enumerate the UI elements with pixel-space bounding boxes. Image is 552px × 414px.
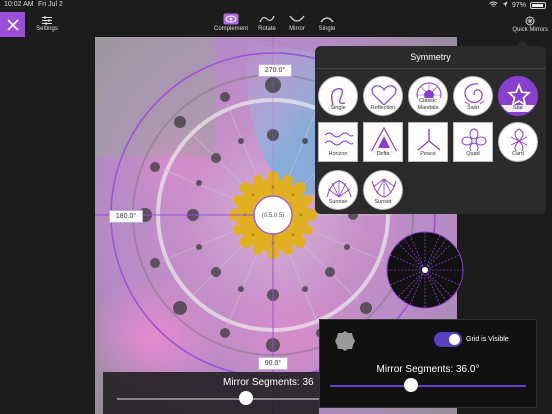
- option-label: Single: [319, 105, 357, 112]
- mirror-segments-label: Mirror Segments: 36.0°: [376, 364, 480, 375]
- status-bar: 10:02 AM Fri Jul 2 97%: [0, 0, 552, 12]
- bottom-mirror-bar: Mirror Segments: 36: [103, 372, 319, 414]
- symmetry-option-peace[interactable]: Peace: [408, 122, 448, 162]
- symmetry-option-single[interactable]: Single: [318, 76, 358, 116]
- status-date: Fri Jul 2: [38, 1, 63, 8]
- option-label: Star: [499, 105, 537, 112]
- option-label: Sunset: [364, 199, 402, 206]
- symmetry-option-sunrise[interactable]: Sunrise: [318, 170, 358, 210]
- symmetry-option-quad[interactable]: Quad: [453, 122, 493, 162]
- close-icon: [6, 18, 19, 31]
- symmetry-popover: Symmetry Single Reflection Classic Manda…: [315, 40, 546, 214]
- settings-button[interactable]: Settings: [33, 16, 61, 32]
- quick-mirrors-button[interactable]: Quick Mirrors: [512, 16, 548, 33]
- mandala-small-icon: [512, 16, 548, 27]
- option-label: Reflection: [364, 105, 402, 112]
- settings-label: Settings: [36, 26, 58, 32]
- quick-mirrors-label: Quick Mirrors: [512, 27, 548, 33]
- angle-label-left[interactable]: 180.0°: [109, 210, 143, 223]
- grid-visible-toggle[interactable]: [434, 332, 462, 347]
- rotate-label: Rotate: [258, 26, 276, 32]
- symmetry-option-delta[interactable]: Delta: [363, 122, 403, 162]
- option-label: Swirl: [454, 105, 492, 112]
- popover-arrow: [516, 40, 528, 46]
- center-coord-text: (0.5,0.5): [261, 213, 285, 219]
- center-point-icon[interactable]: [334, 330, 356, 352]
- option-label: Quad: [454, 151, 492, 158]
- close-button[interactable]: [0, 12, 25, 37]
- mirror-icon: [285, 12, 309, 26]
- option-label: Sunrise: [319, 199, 357, 206]
- option-label: Classic Mandala: [409, 98, 447, 112]
- symmetry-option-card[interactable]: Card: [498, 122, 538, 162]
- mirror-segments-slider-thumb[interactable]: [404, 378, 418, 392]
- battery-percent: 97%: [511, 2, 526, 9]
- angle-left-text: 180.0°: [115, 213, 137, 220]
- status-time: 10:02 AM: [4, 1, 34, 8]
- bottom-slider-track[interactable]: [117, 398, 319, 400]
- option-label: Card: [499, 151, 537, 158]
- status-right: 97%: [489, 1, 546, 10]
- angle-top-text: 270.0°: [264, 67, 286, 74]
- battery-icon: [530, 2, 546, 9]
- angle-label-top[interactable]: 270.0°: [258, 64, 292, 77]
- complement-button[interactable]: Complement: [210, 12, 252, 32]
- angle-label-bottom[interactable]: 90.0°: [258, 357, 288, 370]
- rotate-icon: [255, 12, 279, 26]
- mirror-button[interactable]: Mirror: [285, 12, 309, 32]
- option-label: Horizon: [319, 151, 357, 158]
- grid-visible-label: Grid is Visible: [466, 336, 509, 343]
- single-stroke-icon: [315, 12, 339, 26]
- grid-settings-panel: Grid is Visible Mirror Segments: 36.0°: [319, 319, 537, 408]
- eye-icon: [210, 12, 252, 26]
- option-label: Delta: [364, 151, 402, 158]
- single-button[interactable]: Single: [315, 12, 339, 32]
- single-label: Single: [318, 26, 336, 32]
- symmetry-option-swirl[interactable]: Swirl: [453, 76, 493, 116]
- angle-bottom-text: 90.0°: [264, 360, 282, 367]
- option-label: Peace: [409, 151, 447, 158]
- popover-divider: [315, 68, 546, 69]
- rotate-button[interactable]: Rotate: [255, 12, 279, 32]
- center-handle[interactable]: (0.5,0.5): [255, 210, 291, 222]
- mirror-label: Mirror: [289, 26, 305, 32]
- symmetry-option-sunset[interactable]: Sunset: [363, 170, 403, 210]
- symmetry-option-horizon[interactable]: Horizon: [318, 122, 358, 162]
- wifi-icon: [489, 1, 498, 10]
- location-icon: [502, 1, 508, 10]
- symmetry-option-reflection[interactable]: Reflection: [363, 76, 403, 116]
- grid-preview-wheel: [385, 230, 465, 310]
- sliders-icon: [33, 16, 61, 26]
- bottom-mirror-segments-label: Mirror Segments: 36: [223, 377, 314, 388]
- symmetry-title: Symmetry: [410, 52, 451, 62]
- mirror-segments-track[interactable]: [330, 385, 526, 387]
- bottom-slider-thumb[interactable]: [239, 391, 253, 405]
- complement-label: Complement: [213, 26, 248, 32]
- symmetry-option-star[interactable]: Star: [498, 76, 538, 116]
- symmetry-option-classic-mandala[interactable]: Classic Mandala: [408, 76, 448, 116]
- radial-grid-icon: [386, 231, 464, 309]
